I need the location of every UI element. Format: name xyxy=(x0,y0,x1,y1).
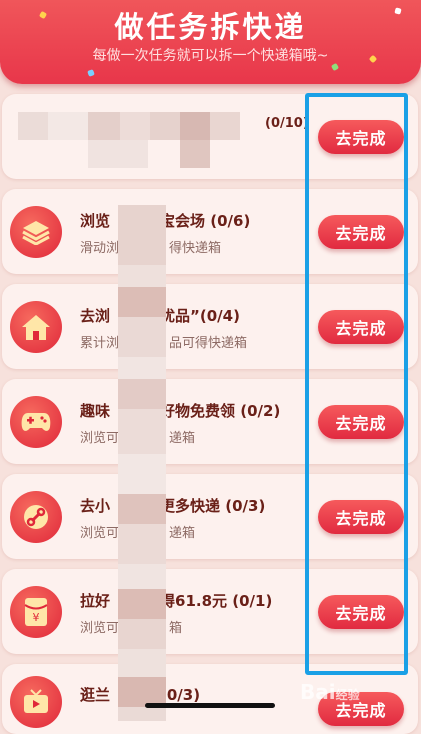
task-title: 拉好 得61.8元 (0/1) xyxy=(80,592,273,610)
link-icon xyxy=(10,491,62,543)
mosaic-block xyxy=(118,265,166,287)
mosaic-block xyxy=(48,112,88,140)
mosaic-block xyxy=(118,409,166,454)
mosaic-block xyxy=(120,112,150,140)
mosaic-block xyxy=(118,317,166,357)
mosaic-block xyxy=(118,619,166,649)
svg-text:¥: ¥ xyxy=(33,611,40,624)
mosaic-block xyxy=(180,112,210,140)
mosaic-block xyxy=(118,494,166,524)
watermark: Bai经验 xyxy=(300,680,360,704)
highlight-box xyxy=(305,93,408,675)
task-progress: (0/10) xyxy=(265,116,309,131)
mosaic-block xyxy=(118,287,166,317)
gamepad-icon xyxy=(10,396,62,448)
task-title: 趣味 好物免费领 (0/2) xyxy=(80,402,281,420)
layers-icon xyxy=(10,206,62,258)
mosaic-block xyxy=(180,140,210,168)
mosaic-block xyxy=(88,140,148,168)
header-banner: 做任务拆快递 每做一次任务就可以拆一个快递箱哦~ xyxy=(0,0,421,84)
mosaic-block xyxy=(118,454,166,494)
mosaic-block xyxy=(210,112,240,140)
mosaic-block xyxy=(150,112,180,140)
red-envelope-icon: ¥ xyxy=(10,586,62,638)
mosaic-block xyxy=(118,357,166,379)
tv-icon xyxy=(10,676,62,728)
home-icon xyxy=(10,301,62,353)
home-indicator[interactable] xyxy=(145,703,275,708)
mosaic-block xyxy=(18,112,48,140)
mosaic-block xyxy=(118,205,166,265)
mosaic-block xyxy=(118,649,166,677)
mosaic-block xyxy=(118,524,166,564)
task-title: 去小 更多快递 (0/3) xyxy=(80,497,266,515)
mosaic-block xyxy=(118,564,166,589)
page-subtitle: 每做一次任务就可以拆一个快递箱哦~ xyxy=(92,48,329,64)
mosaic-block xyxy=(118,379,166,409)
mosaic-block xyxy=(118,707,166,721)
page-title: 做任务拆快递 xyxy=(114,10,307,44)
confetti xyxy=(87,69,95,77)
mosaic-block xyxy=(118,589,166,619)
mosaic-block xyxy=(88,112,120,140)
